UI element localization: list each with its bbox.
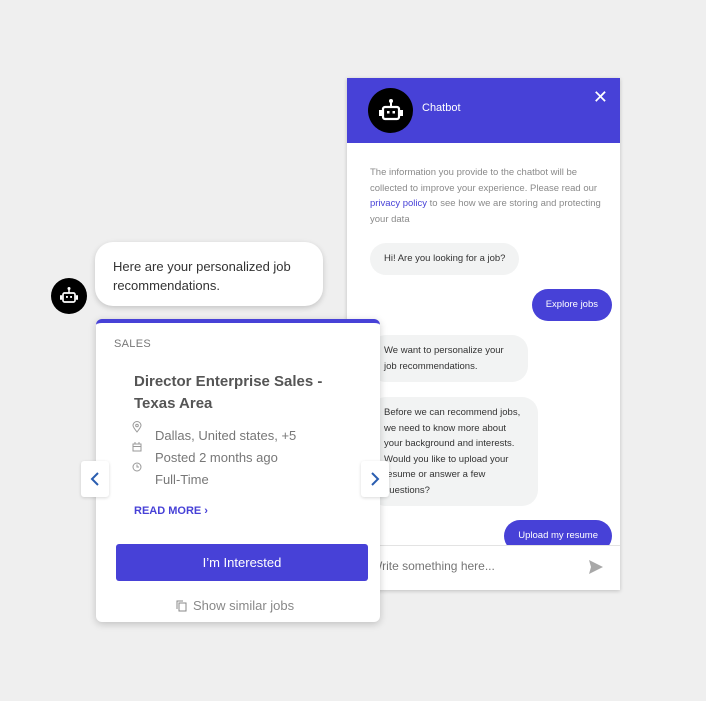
next-job-button[interactable] xyxy=(361,461,389,497)
previous-job-button[interactable] xyxy=(81,461,109,497)
chatbot-avatar xyxy=(368,88,413,133)
close-icon[interactable]: ✕ xyxy=(593,88,608,106)
clock-icon xyxy=(132,462,142,472)
robot-icon xyxy=(378,98,403,120)
im-interested-button[interactable]: I’m Interested xyxy=(116,544,368,581)
bot-message: Before we can recommend jobs, we need to… xyxy=(370,397,538,506)
send-icon[interactable] xyxy=(588,559,604,575)
bot-message: Hi! Are you looking for a job? xyxy=(370,243,520,275)
chevron-right-icon xyxy=(371,472,380,486)
calendar-icon xyxy=(132,442,142,452)
show-similar-jobs-button[interactable]: Show similar jobs xyxy=(176,598,294,613)
message-input-row xyxy=(347,545,620,590)
chevron-right-icon: › xyxy=(204,505,208,517)
job-location: Dallas, United states, +5 xyxy=(155,428,297,443)
read-more-label: READ MORE xyxy=(134,505,202,517)
disclaimer-text: The information you provide to the chatb… xyxy=(370,167,598,194)
user-message: Explore jobs xyxy=(531,289,612,321)
privacy-disclaimer: The information you provide to the chatb… xyxy=(370,165,610,227)
show-similar-jobs-label: Show similar jobs xyxy=(193,598,295,613)
privacy-policy-link[interactable]: privacy policy xyxy=(370,198,427,209)
job-category: SALES xyxy=(114,338,151,350)
chevron-left-icon xyxy=(90,472,99,486)
location-pin-icon xyxy=(132,421,142,433)
bot-message: We want to personalize your job recommen… xyxy=(370,335,528,382)
message-input[interactable] xyxy=(369,558,573,574)
chat-title: Chatbot xyxy=(422,102,461,114)
job-type: Full-Time xyxy=(155,472,209,487)
chatbot-window: Chatbot ✕ The information you provide to… xyxy=(347,78,620,590)
job-posted: Posted 2 months ago xyxy=(155,450,278,465)
bot-avatar xyxy=(51,278,87,314)
chat-header: Chatbot ✕ xyxy=(347,78,620,143)
job-title[interactable]: Director Enterprise Sales - Texas Area xyxy=(134,371,354,415)
copy-icon xyxy=(176,600,187,611)
read-more-link[interactable]: READ MORE › xyxy=(134,505,208,517)
job-card: SALES Director Enterprise Sales - Texas … xyxy=(96,319,380,622)
robot-icon xyxy=(60,287,78,303)
bot-recommendation-message: Here are your personalized job recommend… xyxy=(95,242,323,306)
